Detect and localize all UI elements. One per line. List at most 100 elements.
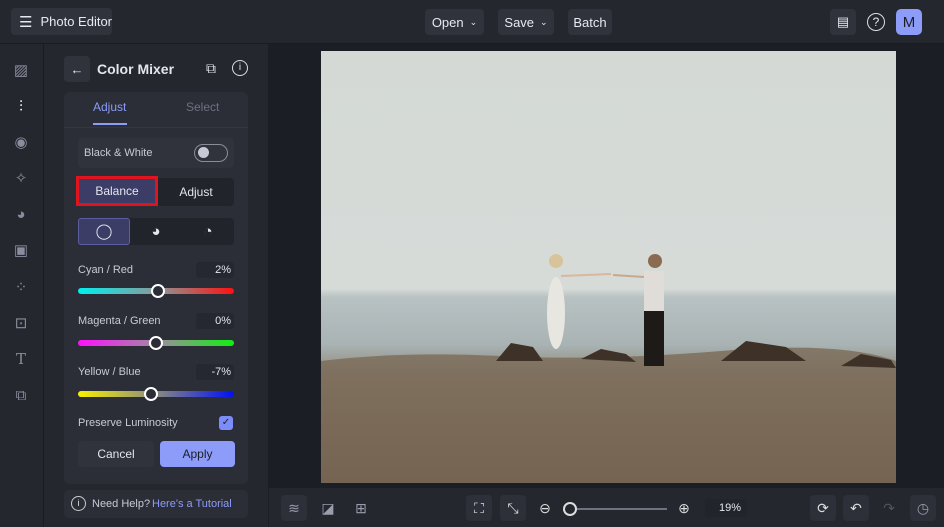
grid-button[interactable]: ⊞ xyxy=(348,495,374,521)
history-icon: ◷ xyxy=(916,499,930,516)
highlights-icon: ◔ xyxy=(203,223,213,240)
top-bar: ☰ Photo Editor Open ⌄ Save ⌄ Batch ▤ ? M xyxy=(0,0,944,44)
overlay-icon[interactable]: ⧉ xyxy=(12,386,30,404)
apply-button[interactable]: Apply xyxy=(160,441,235,467)
sparkles-icon[interactable]: ✧ xyxy=(12,169,30,187)
mixer-card: Adjust Select Black & White Balance Adju… xyxy=(64,92,248,484)
mode-segment: Balance Adjust xyxy=(76,176,234,206)
cyan-red-value[interactable]: 2% xyxy=(196,262,234,278)
yellow-blue-value[interactable]: -7% xyxy=(196,364,234,380)
layers-icon: ≋ xyxy=(288,499,300,516)
tool-rail: ▨ ⫶ ◉ ✧ ◕ ▣ ⁘ ⊡ T ⧉ xyxy=(0,44,44,527)
beach-couple-photo xyxy=(321,254,896,483)
black-white-row: Black & White xyxy=(78,138,234,168)
compare-button[interactable]: ◪ xyxy=(315,495,341,521)
help-icon: ? xyxy=(867,13,885,31)
slider-knob[interactable] xyxy=(150,284,165,298)
minus-circle-icon: ⊖ xyxy=(539,499,551,516)
menu-button[interactable]: ☰ Photo Editor xyxy=(11,8,112,35)
shrink-icon: ⤡ xyxy=(507,499,519,516)
cancel-button[interactable]: Cancel xyxy=(78,441,154,467)
avatar[interactable]: M xyxy=(896,9,922,35)
zoom-slider[interactable] xyxy=(563,502,667,516)
save-button[interactable]: Save ⌄ xyxy=(498,9,554,35)
highlights-button[interactable]: ◔ xyxy=(182,218,234,245)
adjust-mode-button[interactable]: Adjust xyxy=(158,178,234,206)
grid-icon: ⊞ xyxy=(355,499,367,516)
plus-circle-icon: ⊕ xyxy=(678,499,690,516)
comments-button[interactable]: ▤ xyxy=(830,9,856,35)
eye-icon[interactable]: ◉ xyxy=(12,133,30,151)
adjustments-icon[interactable]: ⫶ xyxy=(12,97,30,115)
arrow-left-icon: ← xyxy=(70,61,84,77)
zoom-knob[interactable] xyxy=(563,502,577,516)
compare-icon: ◪ xyxy=(321,499,335,516)
undo-button[interactable]: ↶ xyxy=(843,495,869,521)
image-icon[interactable]: ▨ xyxy=(12,61,30,79)
panel-title: Color Mixer xyxy=(97,61,175,77)
black-white-toggle[interactable] xyxy=(194,144,228,162)
redo-icon: ↷ xyxy=(883,499,895,516)
fullscreen-icon: ⛶ xyxy=(474,499,484,516)
tab-select[interactable]: Select xyxy=(186,100,219,114)
magenta-green-slider[interactable] xyxy=(78,336,234,350)
preserve-luminosity-checkbox[interactable]: ✓ xyxy=(219,416,233,430)
photo[interactable] xyxy=(321,51,896,483)
copy-icon[interactable]: ⧉ xyxy=(206,60,216,77)
shapes-icon[interactable]: ⁘ xyxy=(12,278,30,296)
tab-adjust[interactable]: Adjust xyxy=(93,100,126,114)
comment-icon: ▤ xyxy=(836,14,850,29)
back-button[interactable]: ← xyxy=(64,56,90,82)
slider-knob[interactable] xyxy=(149,336,163,350)
help-box: i Need Help? Here's a Tutorial xyxy=(64,490,248,518)
open-label: Open xyxy=(431,14,464,30)
undo-icon: ↶ xyxy=(850,499,862,516)
chevron-down-icon: ⌄ xyxy=(469,16,478,27)
slider-knob[interactable] xyxy=(143,387,158,401)
batch-button[interactable]: Batch xyxy=(568,9,612,35)
magenta-green-value[interactable]: 0% xyxy=(196,313,234,329)
bottom-toolbar: ≋ ◪ ⊞ ⛶ ⤡ ⊖ ⊕ 19% ⟳ ↶ ↷ ◷ xyxy=(269,488,944,527)
help-text: Need Help? xyxy=(92,498,151,510)
cyan-red-slider[interactable] xyxy=(78,284,234,298)
layers-button[interactable]: ≋ xyxy=(281,495,307,521)
text-icon[interactable]: T xyxy=(12,350,30,368)
tone-segment: ◯ ◕ ◔ xyxy=(78,218,234,245)
magenta-green-label: Magenta / Green xyxy=(78,315,161,327)
info-icon: i xyxy=(71,496,86,511)
reset-button[interactable]: ⟳ xyxy=(810,495,836,521)
actual-size-button[interactable]: ⤡ xyxy=(500,495,526,521)
fit-screen-button[interactable]: ⛶ xyxy=(466,495,492,521)
tab-underline xyxy=(93,123,127,125)
yellow-blue-label: Yellow / Blue xyxy=(78,366,141,378)
preserve-luminosity-label: Preserve Luminosity xyxy=(78,417,178,429)
tutorial-link[interactable]: Here's a Tutorial xyxy=(152,498,232,510)
tab-divider xyxy=(64,127,248,128)
zoom-out-button[interactable]: ⊖ xyxy=(532,495,558,521)
hamburger-icon: ☰ xyxy=(19,13,33,31)
chevron-down-icon: ⌄ xyxy=(540,16,548,27)
save-label: Save xyxy=(504,14,535,30)
shadows-icon: ◯ xyxy=(95,223,113,240)
history-button[interactable]: ◷ xyxy=(910,495,936,521)
zoom-in-button[interactable]: ⊕ xyxy=(671,495,697,521)
shadows-button[interactable]: ◯ xyxy=(78,218,130,245)
color-mixer-panel: ← Color Mixer ⧉ i Adjust Select Black & … xyxy=(44,44,268,527)
canvas-area xyxy=(269,44,944,488)
zoom-value[interactable]: 19% xyxy=(705,499,747,517)
palette-icon[interactable]: ◕ xyxy=(12,205,30,223)
yellow-blue-slider[interactable] xyxy=(78,387,234,401)
balance-button[interactable]: Balance xyxy=(76,176,158,206)
cyan-red-label: Cyan / Red xyxy=(78,264,134,276)
frame-icon[interactable]: ▣ xyxy=(12,241,30,259)
black-white-label: Black & White xyxy=(84,147,153,159)
refresh-icon: ⟳ xyxy=(817,499,829,516)
redo-button[interactable]: ↷ xyxy=(876,495,902,521)
help-button[interactable]: ? xyxy=(863,9,889,35)
midtones-button[interactable]: ◕ xyxy=(130,218,182,245)
midtones-icon: ◕ xyxy=(151,223,161,240)
app-title: Photo Editor xyxy=(40,14,112,29)
open-button[interactable]: Open ⌄ xyxy=(425,9,484,35)
info-icon[interactable]: i xyxy=(232,60,248,76)
texture-icon[interactable]: ⊡ xyxy=(12,314,30,332)
